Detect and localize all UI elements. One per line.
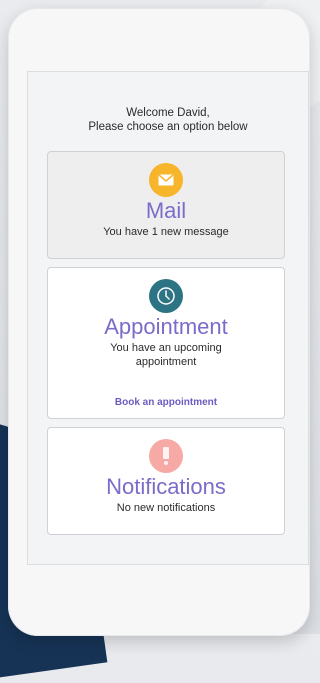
welcome-instruction: Please choose an option below (88, 121, 248, 133)
appointment-subtitle: You have an upcoming appointment (110, 342, 222, 368)
app-screen: Welcome David, Please choose an option b… (27, 71, 309, 565)
welcome-greeting: Welcome David, (126, 107, 210, 119)
notification-icon (149, 439, 183, 473)
notifications-subtitle: No new notifications (116, 502, 216, 514)
appointment-card[interactable]: Appointment You have an upcoming appoint… (47, 267, 285, 419)
mail-icon (149, 163, 183, 197)
clock-icon (149, 279, 183, 313)
notifications-card[interactable]: Notifications No new notifications (47, 427, 285, 535)
mail-title: Mail (145, 198, 187, 223)
book-appointment-link[interactable]: Book an appointment (48, 397, 284, 408)
notifications-title: Notifications (106, 474, 226, 499)
welcome-text: Welcome David, Please choose an option b… (28, 106, 308, 134)
mail-subtitle: You have 1 new message (103, 226, 229, 238)
appointment-title: Appointment (104, 314, 228, 339)
mail-card[interactable]: Mail You have 1 new message (47, 151, 285, 259)
